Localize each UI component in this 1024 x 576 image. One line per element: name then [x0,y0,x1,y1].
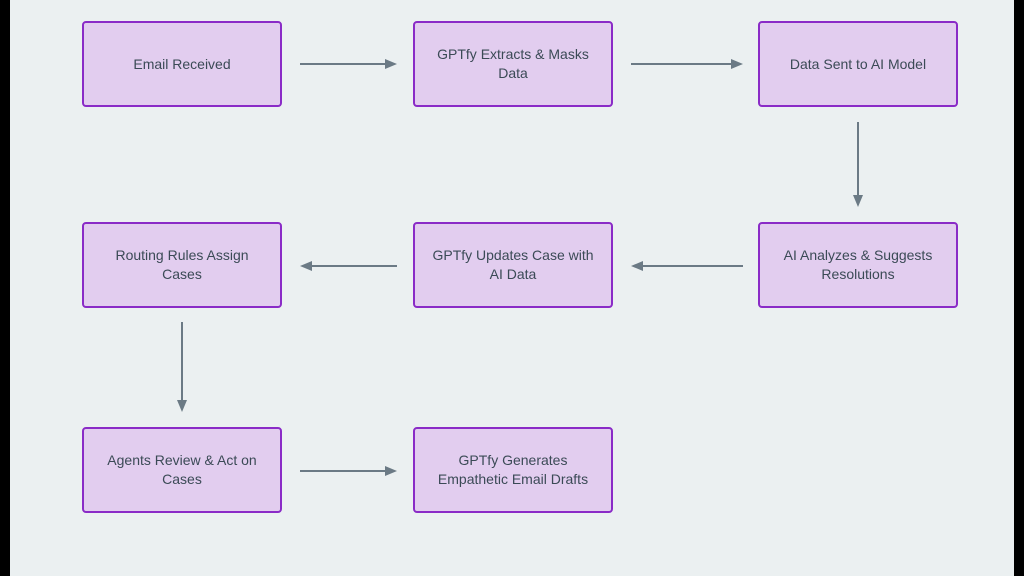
flow-node-label: Routing Rules Assign Cases [96,246,268,284]
flow-node-n5: GPTfy Updates Case with AI Data [413,222,613,308]
flow-arrow-n7-n8 [300,463,397,479]
flow-node-n6: Routing Rules Assign Cases [82,222,282,308]
flow-node-n2: GPTfy Extracts & Masks Data [413,21,613,107]
diagram-canvas: Email Received GPTfy Extracts & Masks Dat… [10,0,1014,576]
flow-arrow-n3-n4 [850,122,866,207]
flow-node-label: Data Sent to AI Model [790,55,926,74]
flow-node-label: GPTfy Extracts & Masks Data [427,45,599,83]
flow-node-label: Agents Review & Act on Cases [96,451,268,489]
flow-node-label: Email Received [133,55,230,74]
flow-node-n4: AI Analyzes & Suggests Resolutions [758,222,958,308]
flow-node-label: GPTfy Updates Case with AI Data [427,246,599,284]
flow-node-n7: Agents Review & Act on Cases [82,427,282,513]
flow-node-label: GPTfy Generates Empathetic Email Drafts [427,451,599,489]
flow-node-n1: Email Received [82,21,282,107]
flow-arrow-n5-n6 [300,258,397,274]
flow-arrow-n1-n2 [300,56,397,72]
flow-arrow-n6-n7 [174,322,190,412]
flow-node-n8: GPTfy Generates Empathetic Email Drafts [413,427,613,513]
flow-arrow-n4-n5 [631,258,743,274]
flow-node-n3: Data Sent to AI Model [758,21,958,107]
flow-node-label: AI Analyzes & Suggests Resolutions [772,246,944,284]
flow-arrow-n2-n3 [631,56,743,72]
